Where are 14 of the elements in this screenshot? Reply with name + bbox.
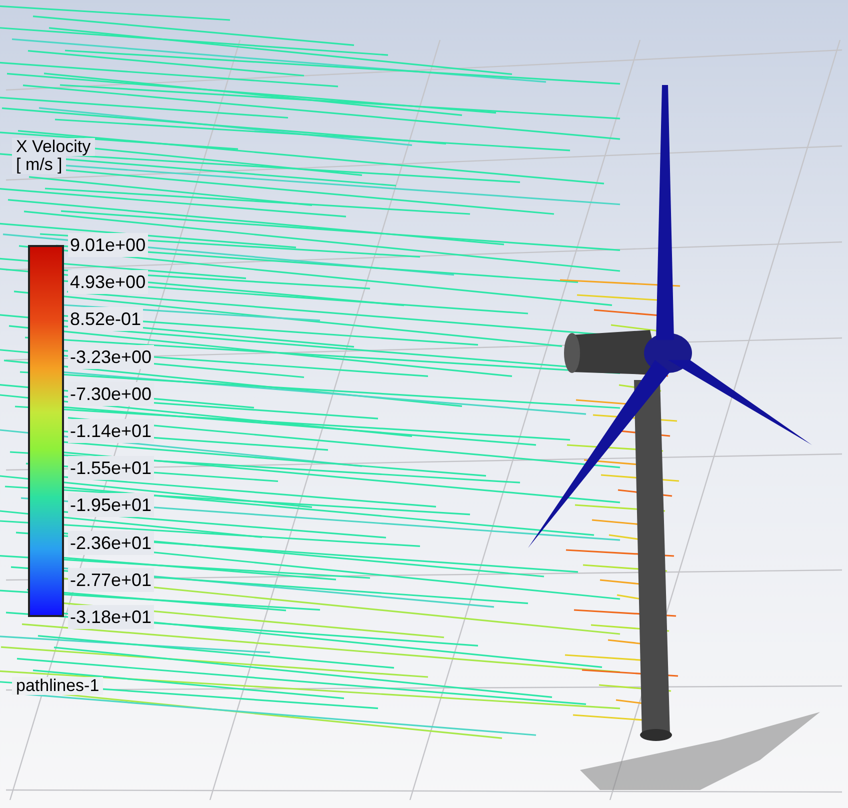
scale-label: -2.36e+01 [68,530,154,554]
scale-label: 4.93e+00 [68,270,148,294]
scale-label: -2.77e+01 [68,568,154,592]
scale-label: -1.55e+01 [68,456,154,480]
legend-title: X Velocity [12,138,95,156]
scale-label: -1.14e+01 [68,418,154,443]
pathline-label: pathlines-1 [12,677,104,695]
scale-label: -7.30e+00 [68,382,154,406]
legend-unit: [ m/s ] [12,156,66,174]
scale-label: -3.23e+00 [68,344,154,369]
scale-label: -1.95e+01 [68,493,154,518]
scale-label: 8.52e-01 [68,307,144,332]
scale-label: 9.01e+00 [68,233,148,257]
scale-label: -3.18e+01 [68,604,154,629]
